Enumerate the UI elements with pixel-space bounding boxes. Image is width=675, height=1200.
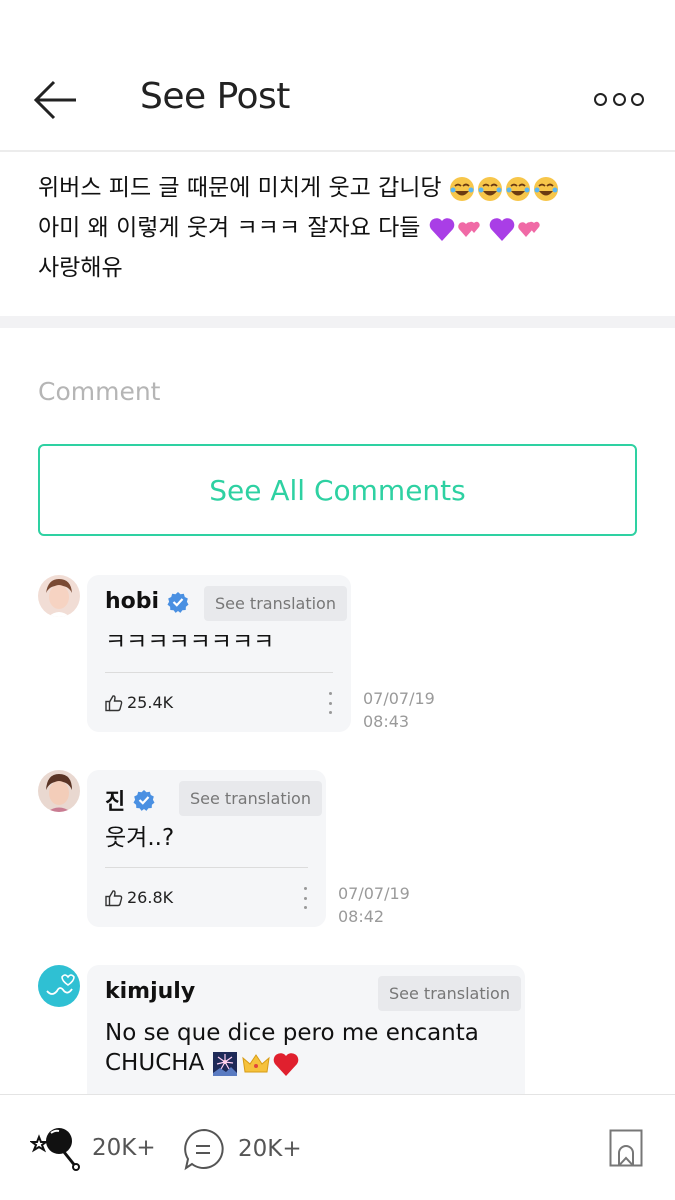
avatar[interactable]	[38, 965, 80, 1007]
see-translation-button[interactable]: See translation	[378, 976, 521, 1011]
like-count: 25.4K	[127, 693, 174, 712]
comment-text: ㅋㅋㅋㅋㅋㅋㅋㅋ	[105, 629, 275, 655]
more-options-button[interactable]	[594, 88, 644, 110]
laughing-emoji-icon	[449, 175, 561, 201]
comment-count: 20K+	[238, 1136, 302, 1162]
see-all-comments-button[interactable]: See All Comments	[38, 444, 637, 536]
comment-bubble: hobi See translation ㅋㅋㅋㅋㅋㅋㅋㅋ 25.4K	[87, 575, 351, 732]
like-count: 26.8K	[127, 888, 174, 907]
post-line-3: 사랑해유	[38, 255, 123, 281]
bookmark-icon	[609, 1129, 643, 1167]
comment-bubble: kimjuly See translation No se que dice p…	[87, 965, 525, 1094]
comment-text: No se que dice pero me encanta CHUCHA	[105, 1020, 479, 1076]
post-line-1: 위버스 피드 글 때문에 미치게 웃고 갑니당	[38, 168, 638, 208]
fireworks-crown-heart-icon	[212, 1050, 302, 1076]
comment-bubble: 진 See translation 웃겨..? 26.8K	[87, 770, 326, 927]
comment-author[interactable]: hobi	[105, 589, 189, 614]
comment-text: 웃겨..?	[105, 825, 175, 851]
header: See Post	[0, 0, 675, 152]
verified-icon	[133, 790, 155, 811]
bookmark-button[interactable]	[609, 1129, 643, 1167]
back-button[interactable]	[30, 78, 82, 122]
see-translation-button[interactable]: See translation	[204, 586, 347, 621]
avatar[interactable]	[38, 770, 80, 812]
more-dots-icon	[594, 92, 607, 106]
page-title: See Post	[140, 76, 290, 117]
like-button[interactable]: 26.8K	[105, 888, 173, 907]
comment-divider	[105, 672, 333, 673]
comment-menu-button[interactable]	[325, 692, 335, 714]
comment-button[interactable]: 20K+	[182, 1127, 302, 1171]
kebab-icon	[328, 692, 332, 695]
kebab-icon	[303, 887, 307, 890]
comment-menu-button[interactable]	[300, 887, 310, 909]
comment-timestamp: 07/07/19 08:43	[363, 689, 435, 731]
verified-icon	[167, 591, 189, 613]
cheer-button[interactable]: 20K+	[30, 1125, 156, 1171]
like-button[interactable]: 25.4K	[105, 693, 173, 712]
comment-author[interactable]: 진	[105, 784, 155, 816]
avatar[interactable]	[38, 575, 80, 617]
cheer-icon	[30, 1128, 80, 1171]
back-arrow-icon	[33, 80, 76, 120]
comment-timestamp: 07/07/19 08:42	[338, 884, 410, 926]
post-line-2: 아미 왜 이렇게 웃겨 ㅋㅋㅋ 잘자요 다들	[38, 208, 638, 248]
comment-author[interactable]: kimjuly	[105, 979, 195, 1004]
like-icon	[105, 694, 123, 711]
cheer-count: 20K+	[92, 1135, 156, 1161]
like-icon	[105, 889, 123, 906]
comment-icon	[184, 1128, 224, 1171]
comment-section-label: Comment	[38, 377, 161, 406]
see-translation-button[interactable]: See translation	[179, 781, 322, 816]
comment-divider	[105, 867, 308, 868]
post-body: 위버스 피드 글 때문에 미치게 웃고 갑니당 아미 왜 이렇게 웃겨 ㅋㅋㅋ …	[38, 168, 638, 288]
bottom-action-bar: 20K+ 20K+	[0, 1094, 675, 1200]
section-divider	[0, 316, 675, 328]
purple-heart-icon	[428, 215, 548, 241]
